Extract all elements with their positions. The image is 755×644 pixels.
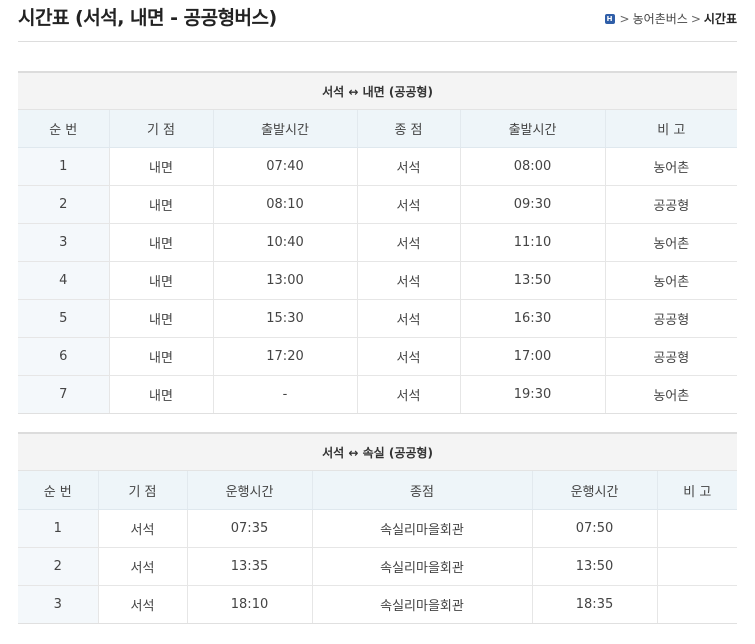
table-body: 1 내면 07:40 서석 08:00 농어촌 2 내면 08:10 서석 09:30 공공형 3 내면 1… xyxy=(18,147,738,414)
table-cell: 13:50 xyxy=(531,547,657,586)
table-cell: 13:00 xyxy=(212,261,357,300)
table-cell: 09:30 xyxy=(459,185,605,224)
table-row: 1 내면 07:40 서석 08:00 농어촌 xyxy=(18,147,738,186)
timetable-seoseok-soksil: 서석 ↔ 속실 (공공형) 순 번기 점 운행시간 종점 운행시간 비 고 1 서석 07:… xyxy=(18,432,738,624)
table-cell xyxy=(656,509,738,548)
table-cell: 13:50 xyxy=(459,261,605,300)
breadcrumb-current: 시간표 xyxy=(703,12,737,26)
table-row: 1 서석 07:35 속실리마을회관 07:50 xyxy=(18,509,738,548)
table-cell: 공공형 xyxy=(604,299,738,338)
table-cell: 7 xyxy=(18,375,109,414)
table-cell: 농어촌 xyxy=(604,147,738,186)
table-cell: 농어촌 xyxy=(604,261,738,300)
table-row: 2 서석 13:35 속실리마을회관 13:50 xyxy=(18,547,738,586)
table-cell: 속실리마을회관 xyxy=(311,509,532,548)
column-header: 운행시간 xyxy=(186,470,312,510)
table-row: 4 내면 13:00 서석 13:50 농어촌 xyxy=(18,261,738,300)
table-cell: 15:30 xyxy=(212,299,357,338)
table-cell: 1 xyxy=(18,509,98,548)
table-row: 6 내면 17:20 서석 17:00 공공형 xyxy=(18,337,738,376)
table-cell: 농어촌 xyxy=(604,223,738,262)
table-cell: 4 xyxy=(18,261,109,300)
table-cell: 13:35 xyxy=(186,547,312,586)
column-header: 종점 xyxy=(311,470,532,510)
table-cell: 16:30 xyxy=(459,299,605,338)
table-cell: 내면 xyxy=(108,337,213,376)
table-cell: 2 xyxy=(18,547,98,586)
table-row: 7 내면 - 서석 19:30 농어촌 xyxy=(18,375,738,414)
column-header: 종 점 xyxy=(356,109,460,148)
table-cell: 내면 xyxy=(108,261,213,300)
home-icon[interactable]: H xyxy=(604,13,615,24)
table-cell: 18:10 xyxy=(186,585,312,624)
table-cell: 서석 xyxy=(97,509,187,548)
table-cell: 서석 xyxy=(356,299,460,338)
table-cell: 서석 xyxy=(356,375,460,414)
column-header: 비 고 xyxy=(656,470,738,510)
column-header: 순 번 xyxy=(18,470,98,510)
table-cell: 서석 xyxy=(356,223,460,262)
table-cell: 5 xyxy=(18,299,109,338)
table-cell: 공공형 xyxy=(604,337,738,376)
chevron-right-icon: > xyxy=(619,11,630,26)
breadcrumb-parent[interactable]: 농어촌버스 xyxy=(633,10,688,27)
table-cell: 6 xyxy=(18,337,109,376)
table-cell: 서석 xyxy=(97,547,187,586)
page-title: 시간표 (서석, 내면 - 공공형버스) xyxy=(18,7,277,29)
table-cell: 19:30 xyxy=(459,375,605,414)
table-caption: 서석 ↔ 내면 (공공형) xyxy=(18,71,738,110)
table-cell: 07:35 xyxy=(186,509,312,548)
table-cell: 08:00 xyxy=(459,147,605,186)
table-cell: 17:20 xyxy=(212,337,357,376)
table-cell: 서석 xyxy=(356,185,460,224)
table-cell: 07:40 xyxy=(212,147,357,186)
table-cell: 속실리마을회관 xyxy=(311,547,532,586)
table-row: 2 내면 08:10 서석 09:30 공공형 xyxy=(18,185,738,224)
table-cell: 공공형 xyxy=(604,185,738,224)
table-cell: 07:50 xyxy=(531,509,657,548)
table-cell: 농어촌 xyxy=(604,375,738,414)
timetable-seoseok-naemyeon: 서석 ↔ 내면 (공공형) 순 번기 점 출발시간 종 점 출발시간 비 고 1 내면 07… xyxy=(18,71,738,414)
table-cell: 내면 xyxy=(108,299,213,338)
table-cell: 08:10 xyxy=(212,185,357,224)
table-cell: - xyxy=(212,375,357,414)
table-cell: 서석 xyxy=(356,261,460,300)
breadcrumb: H > 농어촌버스 > 시간표 xyxy=(604,10,737,27)
table-cell: 2 xyxy=(18,185,109,224)
column-header: 출발시간 xyxy=(212,109,357,148)
table-cell: 내면 xyxy=(108,375,213,414)
page-header: 시간표 (서석, 내면 - 공공형버스) H > 농어촌버스 > 시간표 xyxy=(18,0,737,42)
table-cell: 속실리마을회관 xyxy=(311,585,532,624)
table-cell: 18:35 xyxy=(531,585,657,624)
column-header: 순 번 xyxy=(18,109,109,148)
column-header: 비 고 xyxy=(604,109,738,148)
column-header: 기 점 xyxy=(108,109,213,148)
table-cell: 3 xyxy=(18,223,109,262)
table-cell: 서석 xyxy=(356,337,460,376)
table-cell: 내면 xyxy=(108,147,213,186)
table-body: 1 서석 07:35 속실리마을회관 07:50 2 서석 13:35 속실리마을회관 13:50… xyxy=(18,509,738,624)
table-cell: 1 xyxy=(18,147,109,186)
table-header-row: 순 번기 점 운행시간 종점 운행시간 비 고 xyxy=(18,470,738,510)
table-row: 5 내면 15:30 서석 16:30 공공형 xyxy=(18,299,738,338)
table-row: 3 내면 10:40 서석 11:10 농어촌 xyxy=(18,223,738,262)
table-cell: 11:10 xyxy=(459,223,605,262)
table-cell xyxy=(656,585,738,624)
table-cell: 10:40 xyxy=(212,223,357,262)
column-header: 기 점 xyxy=(97,470,187,510)
table-cell: 서석 xyxy=(356,147,460,186)
table-cell: 서석 xyxy=(97,585,187,624)
table-cell xyxy=(656,547,738,586)
table-cell: 17:00 xyxy=(459,337,605,376)
column-header: 운행시간 xyxy=(531,470,657,510)
table-cell: 내면 xyxy=(108,185,213,224)
column-header: 출발시간 xyxy=(459,109,605,148)
chevron-right-icon: > xyxy=(690,11,701,26)
table-row: 3 서석 18:10 속실리마을회관 18:35 xyxy=(18,585,738,624)
table-header-row: 순 번기 점 출발시간 종 점 출발시간 비 고 xyxy=(18,109,738,148)
table-caption: 서석 ↔ 속실 (공공형) xyxy=(18,432,738,471)
table-cell: 3 xyxy=(18,585,98,624)
table-cell: 내면 xyxy=(108,223,213,262)
